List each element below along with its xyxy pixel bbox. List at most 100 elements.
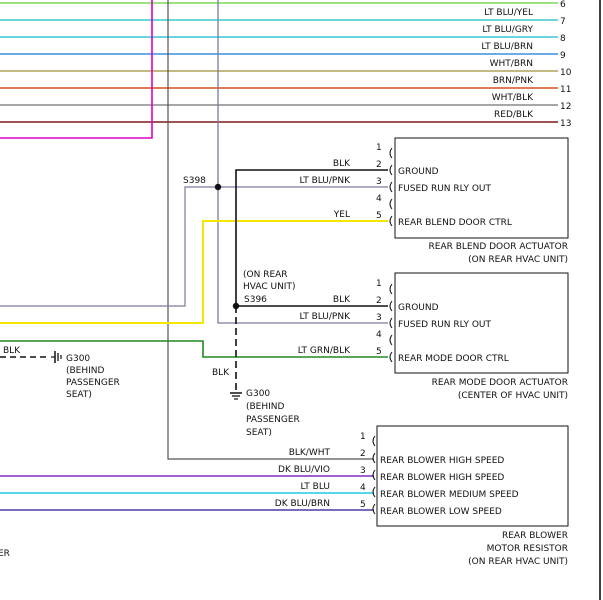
resistor-wire-2: BLK/WHT [289, 448, 331, 458]
resistor-title-2: MOTOR RESISTOR [487, 544, 568, 554]
ground-center-icon [230, 392, 242, 400]
actuator2-wire-2: BLK [333, 295, 351, 305]
rear-blower-motor-resistor: 1 2 3 4 5 BLK/WHT DK BLU/VIO LT BLU DK B… [275, 425, 569, 567]
resistor-title-3: (ON REAR HVAC UNIT) [468, 557, 568, 567]
resistor-func-5: REAR BLOWER LOW SPEED [380, 507, 502, 517]
resistor-wire-3: DK BLU/VIO [278, 465, 330, 475]
top-pin-7: 7 [560, 17, 566, 27]
ground-center-line2: PASSENGER [246, 415, 300, 425]
actuator2-pin-bracket-5 [389, 351, 393, 363]
actuator1-pin-bracket-5 [389, 215, 393, 227]
ground-left-line1: (BEHIND [66, 366, 105, 376]
resistor-pin-1: 1 [360, 432, 366, 442]
ground-left-line2: PASSENGER [66, 378, 120, 388]
magenta-wire [0, 0, 153, 139]
resistor-pin-bracket-1 [372, 435, 376, 447]
actuator2-pin-bracket-2 [389, 300, 393, 312]
resistor-pin-bracket-4 [372, 486, 376, 498]
top-pin-12: 12 [560, 102, 571, 112]
top-wire-label-12: RED/BLK [494, 110, 534, 120]
top-pin-6: 6 [560, 0, 566, 10]
splice-s398-dot [214, 183, 222, 191]
actuator1-func-3: FUSED RUN RLY OUT [398, 184, 491, 194]
top-wire-label-7: LT BLU/GRY [482, 25, 533, 35]
ground-left-name: G300 [66, 354, 90, 364]
actuator2-subtitle: (CENTER OF HVAC UNIT) [458, 391, 568, 401]
splice-s396-dot [232, 302, 240, 310]
resistor-pin-5: 5 [360, 500, 366, 510]
actuator2-pin-3: 3 [376, 313, 382, 323]
actuator1-pin-4: 4 [376, 194, 382, 204]
ground-left: BLK G300 (BEHIND PASSENGER SEAT) [0, 346, 120, 400]
actuator1-wire-3: LT BLU/PNK [299, 176, 351, 186]
top-wire-label-10: BRN/PNK [493, 76, 534, 86]
top-pin-10: 10 [560, 68, 572, 78]
blk-wht-wire [167, 0, 374, 460]
top-wire-label-6: LT BLU/YEL [484, 8, 533, 18]
rear-mode-door-actuator: 1 2 3 4 5 BLK LT BLU/PNK LT GRN/BLK GROU… [298, 272, 569, 401]
actuator2-pin-2: 2 [376, 296, 382, 306]
top-wire-bundle: LT BLU/YEL LT BLU/GRY LT BLU/BRN WHT/BRN… [0, 0, 572, 129]
actuator2-func-2: GROUND [398, 303, 439, 313]
resistor-wire-5: DK BLU/BRN [275, 499, 330, 509]
ground-center-line3: SEAT) [246, 428, 272, 438]
actuator1-pin-bracket-2 [389, 164, 393, 176]
top-wire-label-9: WHT/BRN [490, 59, 533, 69]
top-pin-9: 9 [560, 51, 566, 61]
ground-center-name: G300 [246, 389, 270, 399]
resistor-func-3: REAR BLOWER HIGH SPEED [380, 473, 504, 483]
actuator1-func-5: REAR BLEND DOOR CTRL [398, 218, 512, 228]
actuator2-pin-bracket-3 [389, 317, 393, 329]
actuator1-pin-bracket-1 [389, 147, 393, 159]
resistor-pin-3: 3 [360, 466, 366, 476]
ground-left-icon [51, 351, 62, 363]
actuator2-pin-bracket-4 [389, 334, 393, 346]
resistor-func-4: REAR BLOWER MEDIUM SPEED [380, 490, 519, 500]
cut-off-text: ER [0, 549, 10, 559]
actuator2-wire-5: LT GRN/BLK [298, 346, 351, 356]
actuator2-pin-4: 4 [376, 330, 382, 340]
splice-s396-note-1: (ON REAR [243, 270, 288, 280]
actuator1-pin-1: 1 [376, 143, 382, 153]
actuator1-subtitle: (ON REAR HVAC UNIT) [468, 255, 568, 265]
actuator2-title: REAR MODE DOOR ACTUATOR [432, 378, 568, 388]
yellow-wire [0, 220, 388, 324]
actuator1-pin-5: 5 [376, 211, 382, 221]
splice-s398-label: S398 [183, 176, 206, 186]
actuator1-pin-3: 3 [376, 177, 382, 187]
resistor-func-2: REAR BLOWER HIGH SPEED [380, 456, 504, 466]
splice-s396-label: S396 [244, 295, 267, 305]
wiring-diagram: LT BLU/YEL LT BLU/GRY LT BLU/BRN WHT/BRN… [0, 0, 601, 600]
ground-center-line1: (BEHIND [246, 402, 285, 412]
resistor-pin-2: 2 [360, 449, 366, 459]
resistor-title-1: REAR BLOWER [502, 531, 568, 541]
actuator1-wire-5: YEL [333, 210, 350, 220]
actuator2-wire-3: LT BLU/PNK [299, 312, 351, 322]
actuator1-func-2: GROUND [398, 167, 439, 177]
actuator2-func-3: FUSED RUN RLY OUT [398, 320, 491, 330]
actuator1-pin-2: 2 [376, 160, 382, 170]
ground-left-wire: BLK [3, 346, 21, 356]
top-wire-label-8: LT BLU/BRN [481, 42, 533, 52]
resistor-pin-bracket-2 [372, 452, 376, 464]
resistor-pin-bracket-5 [372, 503, 376, 515]
actuator2-pin-5: 5 [376, 347, 382, 357]
top-pin-13: 13 [560, 119, 571, 129]
top-pin-11: 11 [560, 85, 571, 95]
actuator2-func-5: REAR MODE DOOR CTRL [398, 354, 509, 364]
actuator2-pin-1: 1 [376, 279, 382, 289]
ground-center-wire: BLK [212, 368, 230, 378]
actuator1-pin-bracket-4 [389, 198, 393, 210]
ground-center: BLK G300 (BEHIND PASSENGER SEAT) [212, 368, 300, 438]
resistor-wire-4: LT BLU [301, 482, 330, 492]
gray-left-wire [0, 186, 218, 307]
ground-left-line3: SEAT) [66, 390, 92, 400]
resistor-pin-bracket-3 [372, 469, 376, 481]
splice-s396-note-2: HVAC UNIT) [243, 282, 295, 292]
top-pin-8: 8 [560, 34, 566, 44]
rear-blend-door-actuator: 1 2 3 4 5 BLK LT BLU/PNK YEL GROUND FUSE… [299, 137, 569, 265]
actuator1-pin-bracket-3 [389, 181, 393, 193]
actuator1-wire-2: BLK [333, 159, 351, 169]
top-wire-label-11: WHT/BLK [492, 93, 534, 103]
actuator2-pin-bracket-1 [389, 283, 393, 295]
